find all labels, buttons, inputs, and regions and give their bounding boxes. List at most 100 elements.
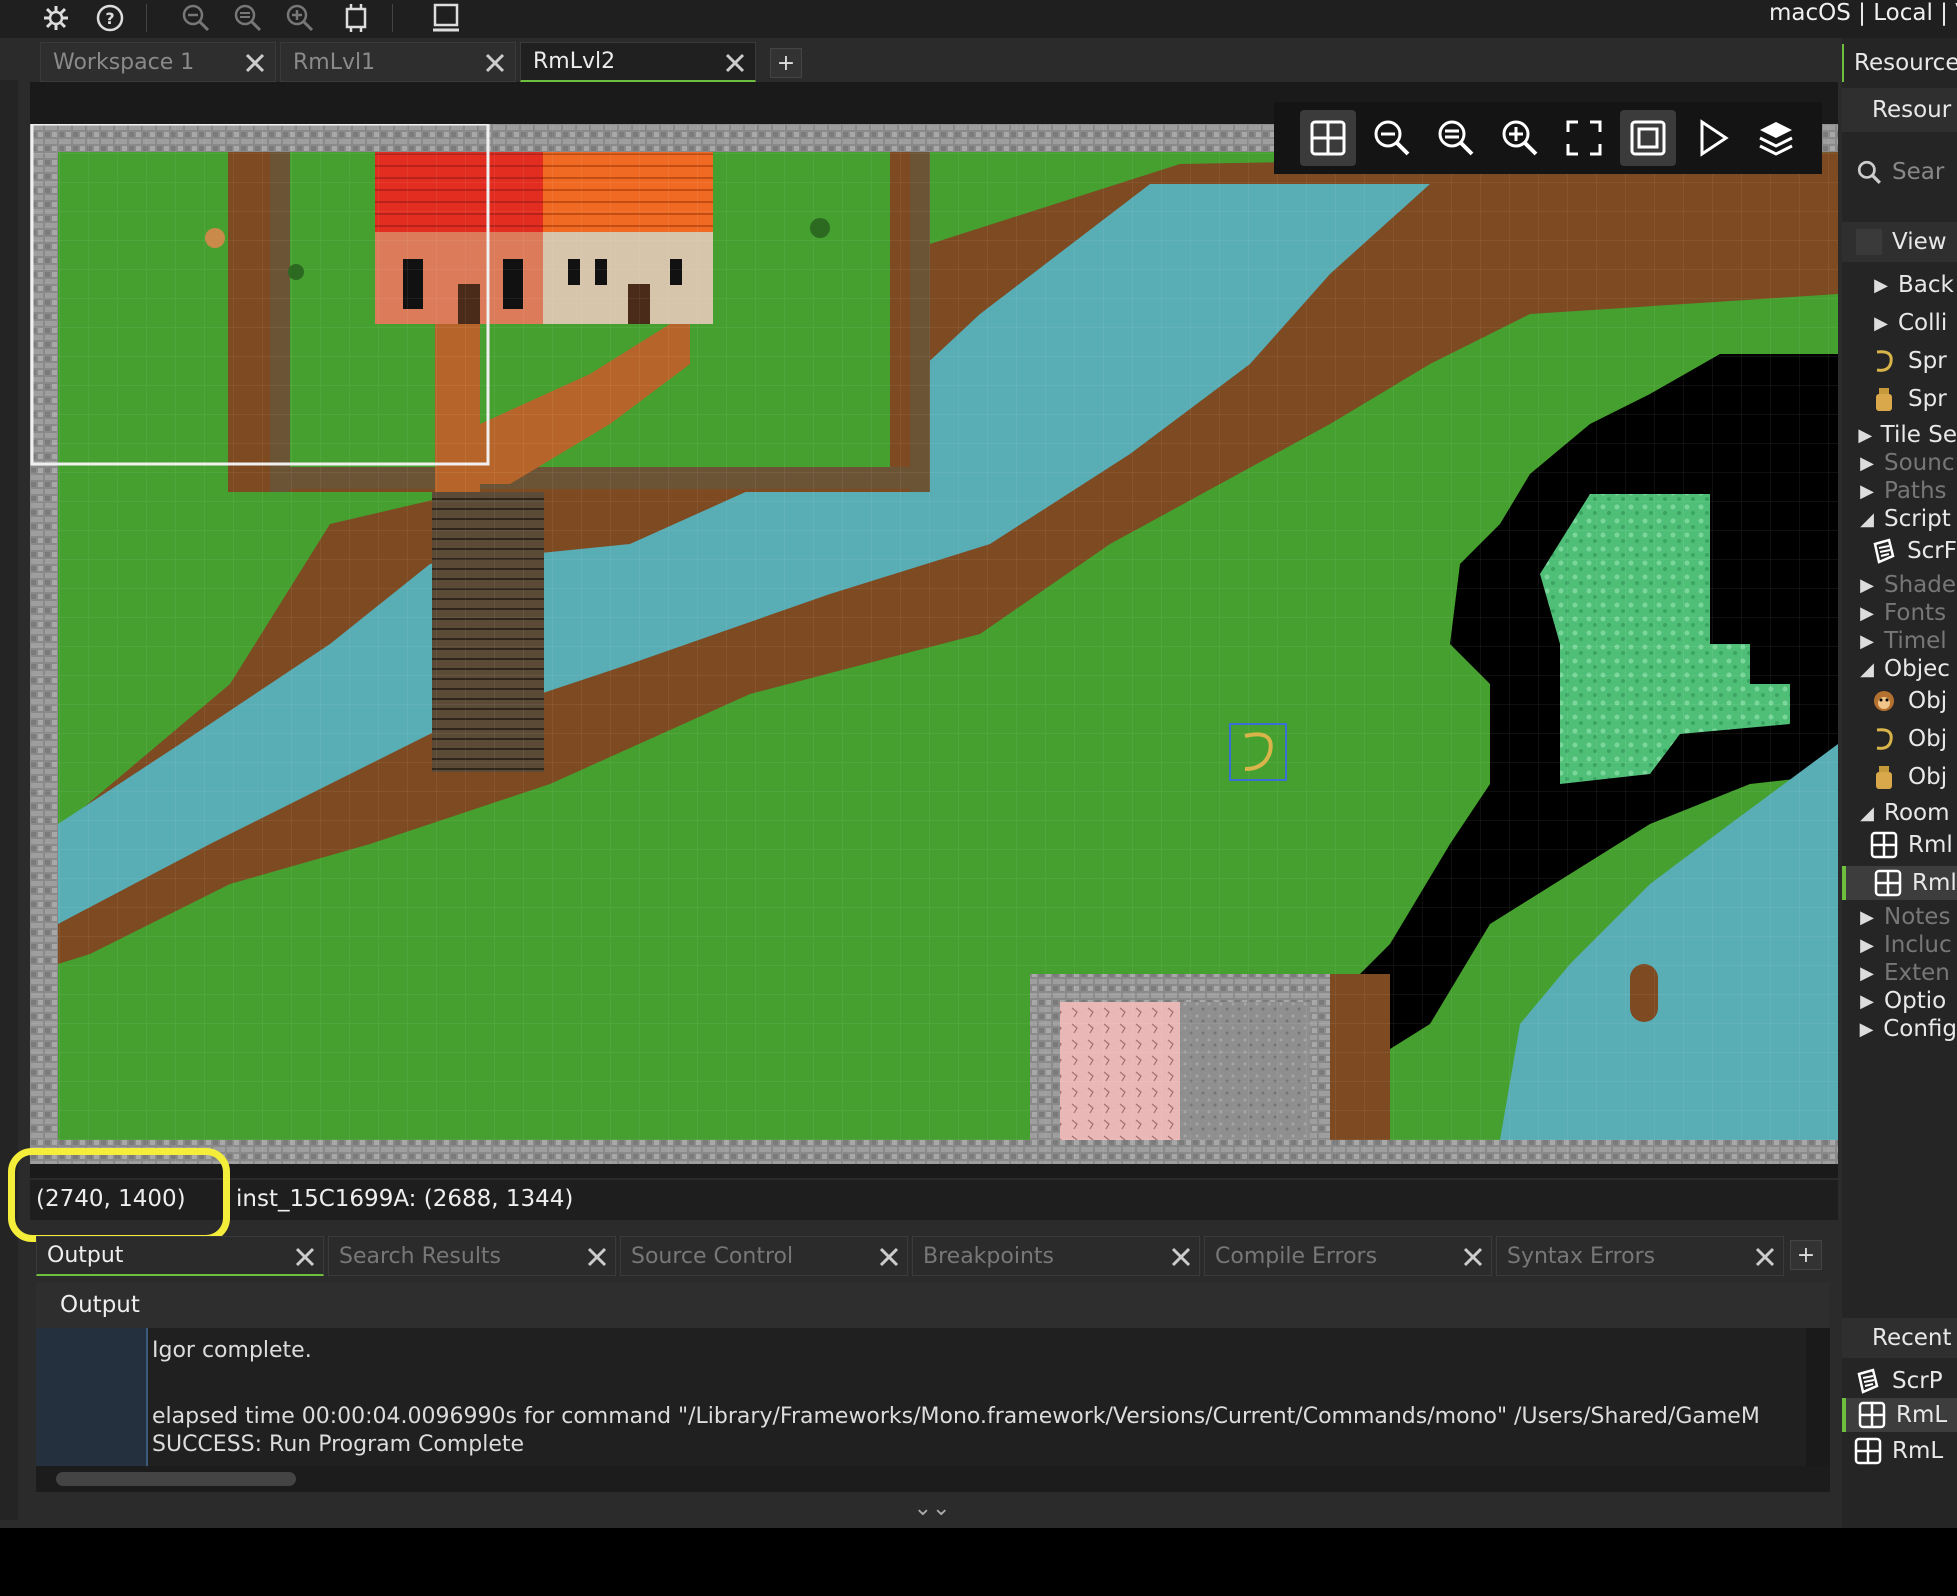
horizontal-scrollbar[interactable] bbox=[36, 1466, 1830, 1492]
tree-item[interactable]: ▶ Config bbox=[1842, 1012, 1957, 1046]
close-icon[interactable] bbox=[877, 1245, 901, 1269]
tree-item[interactable]: ▶ Back bbox=[1842, 268, 1957, 302]
tree-item[interactable]: Rml bbox=[1842, 866, 1957, 900]
settings-icon[interactable] bbox=[38, 2, 74, 34]
toolbar-divider bbox=[146, 4, 147, 32]
resize-icon[interactable] bbox=[338, 2, 374, 34]
close-icon[interactable] bbox=[293, 1245, 317, 1269]
close-icon[interactable] bbox=[585, 1245, 609, 1269]
add-tab-button[interactable]: + bbox=[770, 48, 802, 78]
tree-item[interactable]: Obj bbox=[1842, 684, 1957, 718]
sprite-icon bbox=[1864, 723, 1904, 755]
output-console[interactable]: Igor complete. elapsed time 00:00:04.009… bbox=[36, 1328, 1830, 1466]
tab-breakpoints[interactable]: Breakpoints bbox=[912, 1236, 1200, 1276]
recent-item[interactable]: RmL bbox=[1842, 1434, 1957, 1468]
view-icon bbox=[1856, 229, 1882, 255]
collapse-arrow-icon[interactable]: ◢ bbox=[1850, 803, 1884, 824]
fit-icon[interactable] bbox=[1620, 110, 1676, 166]
layers-icon[interactable] bbox=[1748, 110, 1804, 166]
expand-arrow-icon[interactable]: ▶ bbox=[1850, 963, 1884, 984]
zoom-reset-icon[interactable] bbox=[230, 2, 266, 34]
tree-item-label: Spr bbox=[1908, 386, 1947, 412]
zoom-out-icon[interactable] bbox=[178, 2, 214, 34]
device-icon[interactable] bbox=[428, 2, 464, 34]
tree-item[interactable]: ◢ Objec bbox=[1842, 652, 1957, 686]
close-icon[interactable] bbox=[1461, 1245, 1485, 1269]
close-icon[interactable] bbox=[483, 51, 507, 75]
tab-output[interactable]: Output bbox=[36, 1236, 324, 1276]
tree-item[interactable]: ▶ Colli bbox=[1842, 306, 1957, 340]
tree-item[interactable]: Spr bbox=[1842, 382, 1957, 416]
tree-item[interactable]: Rml bbox=[1842, 828, 1957, 862]
expand-arrow-icon[interactable]: ▶ bbox=[1850, 425, 1881, 446]
zoom-reset-icon[interactable] bbox=[1428, 110, 1484, 166]
close-icon[interactable] bbox=[1169, 1245, 1193, 1269]
tab-label: Breakpoints bbox=[923, 1243, 1054, 1269]
room-icon bbox=[1868, 867, 1908, 899]
tree-item-label: Obj bbox=[1908, 726, 1948, 752]
expand-arrow-icon[interactable]: ▶ bbox=[1850, 991, 1884, 1012]
zoom-in-icon[interactable] bbox=[282, 2, 318, 34]
collapse-arrow-icon[interactable]: ◢ bbox=[1850, 659, 1884, 680]
expand-arrow-icon[interactable]: ▶ bbox=[1864, 313, 1898, 334]
tab-compile-errors[interactable]: Compile Errors bbox=[1204, 1236, 1492, 1276]
grid-icon[interactable] bbox=[1300, 110, 1356, 166]
tree-item[interactable]: ScrF bbox=[1842, 534, 1957, 568]
tree-item-label: Incluc bbox=[1884, 932, 1952, 958]
help-icon[interactable]: ? bbox=[92, 2, 128, 34]
tab-rmlvl2[interactable]: RmLvl2 bbox=[520, 42, 756, 82]
room-status-bar: (2740, 1400) inst_15C1699A: (2688, 1344) bbox=[30, 1180, 1838, 1220]
zoom-in-icon[interactable] bbox=[1492, 110, 1548, 166]
search-input[interactable]: Sear bbox=[1842, 152, 1957, 192]
expand-arrow-icon[interactable]: ▶ bbox=[1850, 935, 1884, 956]
tab-source-control[interactable]: Source Control bbox=[620, 1236, 908, 1276]
target-platform-selector[interactable]: macOS | Local | V bbox=[1757, 0, 1957, 30]
tree-item[interactable]: ◢ Room bbox=[1842, 796, 1957, 830]
expand-arrow-icon[interactable]: ▶ bbox=[1850, 481, 1884, 502]
recent-item[interactable]: RmL bbox=[1842, 1398, 1957, 1432]
tab-workspace-1[interactable]: Workspace 1 bbox=[40, 42, 276, 82]
tab-label: Source Control bbox=[631, 1243, 794, 1269]
recent-item[interactable]: ScrP bbox=[1842, 1364, 1957, 1398]
tab-search-results[interactable]: Search Results bbox=[328, 1236, 616, 1276]
close-icon[interactable] bbox=[243, 51, 267, 75]
close-icon[interactable] bbox=[723, 51, 747, 75]
scrollbar-thumb[interactable] bbox=[56, 1472, 296, 1486]
expand-arrow-icon[interactable]: ▶ bbox=[1850, 631, 1884, 652]
tree-item-label: Tile Se bbox=[1880, 422, 1957, 448]
left-dock-strip bbox=[0, 80, 18, 1520]
zoom-out-icon[interactable] bbox=[1364, 110, 1420, 166]
close-icon[interactable] bbox=[1753, 1245, 1777, 1269]
collapse-arrow-icon[interactable]: ◢ bbox=[1850, 509, 1884, 530]
expand-arrow-icon[interactable]: ▶ bbox=[1850, 453, 1884, 474]
tree-item[interactable]: Obj bbox=[1842, 722, 1957, 756]
tree-item[interactable]: Obj bbox=[1842, 760, 1957, 794]
expand-arrow-icon[interactable]: ▶ bbox=[1850, 575, 1884, 596]
tab-resources[interactable]: Resource bbox=[1842, 44, 1957, 82]
view-button[interactable]: View bbox=[1842, 222, 1957, 262]
tab-label: Output bbox=[47, 1243, 124, 1268]
tree-item-label: Fonts bbox=[1884, 600, 1947, 626]
fullscreen-icon[interactable] bbox=[1556, 110, 1612, 166]
tab-rmlvl1[interactable]: RmLvl1 bbox=[280, 42, 516, 82]
monkey-icon bbox=[1864, 685, 1904, 717]
collapse-output-button[interactable]: ⌄⌄ bbox=[912, 1496, 952, 1522]
tree-item[interactable]: ◢ Script bbox=[1842, 502, 1957, 536]
room-editor-viewport[interactable] bbox=[30, 82, 1838, 1178]
monkey-instance[interactable] bbox=[205, 228, 225, 248]
play-icon[interactable] bbox=[1684, 110, 1740, 166]
expand-arrow-icon[interactable]: ▶ bbox=[1850, 603, 1884, 624]
room-icon bbox=[1848, 1435, 1888, 1467]
tab-syntax-errors[interactable]: Syntax Errors bbox=[1496, 1236, 1784, 1276]
tree-item-label: Colli bbox=[1898, 310, 1948, 336]
tree-item-label: Optio bbox=[1884, 988, 1947, 1014]
vertical-scrollbar[interactable] bbox=[1806, 1328, 1830, 1466]
tree-item[interactable]: Spr bbox=[1842, 344, 1957, 378]
bottle-icon bbox=[1864, 383, 1904, 415]
expand-arrow-icon[interactable]: ▶ bbox=[1850, 1019, 1883, 1040]
expand-arrow-icon[interactable]: ▶ bbox=[1864, 275, 1898, 296]
tree-item-label: ScrF bbox=[1907, 538, 1957, 564]
add-tab-button[interactable]: + bbox=[1790, 1240, 1822, 1270]
room-canvas[interactable] bbox=[30, 124, 1838, 1164]
expand-arrow-icon[interactable]: ▶ bbox=[1850, 907, 1884, 928]
